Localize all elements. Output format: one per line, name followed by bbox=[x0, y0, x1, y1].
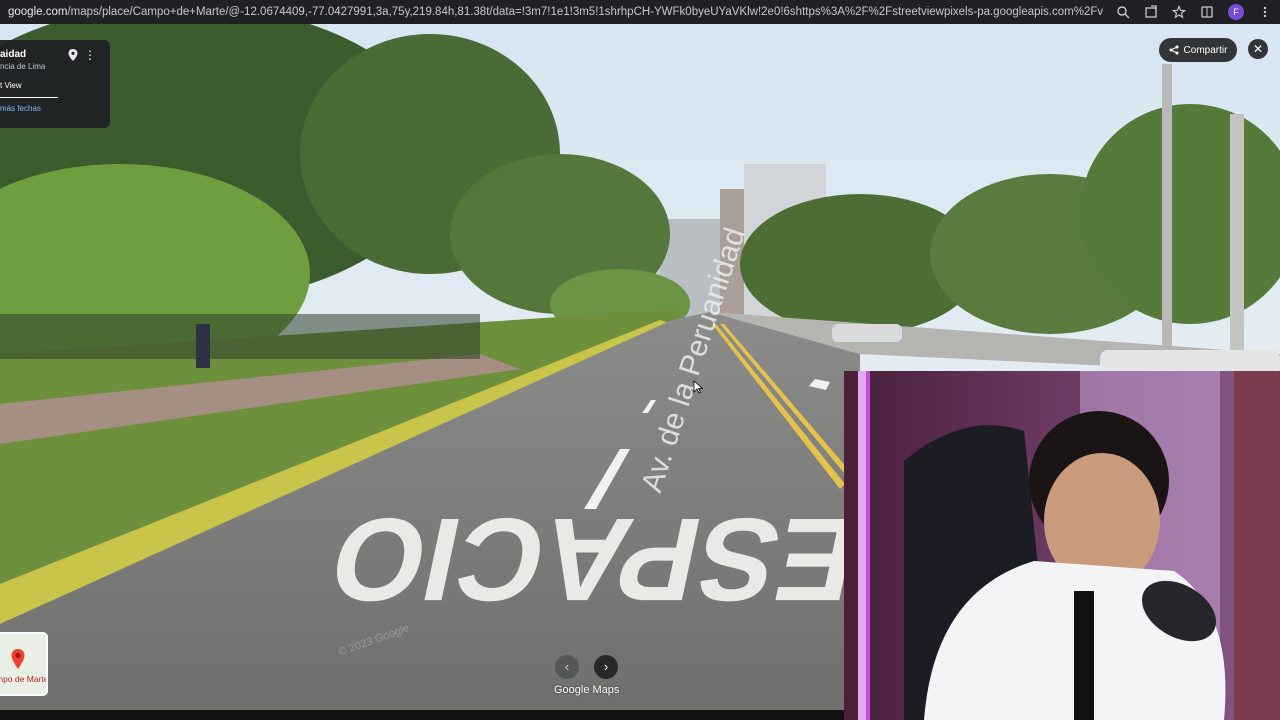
previous-button[interactable]: ‹ bbox=[555, 655, 579, 679]
share-icon bbox=[1169, 45, 1179, 55]
place-subtitle: ncia de Lima bbox=[0, 62, 46, 71]
minimap[interactable]: mpo de Marte bbox=[0, 632, 48, 696]
next-button[interactable]: › bbox=[594, 655, 618, 679]
map-pin-icon bbox=[11, 649, 25, 669]
mouse-cursor-icon bbox=[693, 380, 703, 394]
browser-address-bar[interactable]: google.com/maps/place/Campo+de+Marte/@-1… bbox=[0, 0, 1280, 24]
minimap-label: mpo de Marte bbox=[0, 674, 48, 684]
star-icon[interactable] bbox=[1172, 5, 1186, 19]
browser-toolbar-icons: F bbox=[1104, 4, 1272, 20]
divider bbox=[0, 97, 58, 98]
street-view-label: t View bbox=[0, 81, 22, 90]
profile-avatar[interactable]: F bbox=[1228, 4, 1244, 20]
more-vert-icon[interactable] bbox=[1258, 5, 1272, 19]
google-maps-logo: Google Maps bbox=[554, 684, 620, 696]
share-button[interactable]: Compartir bbox=[1159, 38, 1237, 62]
bottom-strip bbox=[0, 710, 844, 720]
location-info-card[interactable]: aidad ncia de Lima ⋮ t View más fechas bbox=[0, 40, 110, 128]
webcam-overlay bbox=[844, 371, 1280, 720]
webcam-video bbox=[844, 371, 1280, 720]
share-label: Compartir bbox=[1183, 44, 1228, 56]
close-button[interactable]: ✕ bbox=[1248, 39, 1268, 59]
zoom-icon[interactable] bbox=[1116, 5, 1130, 19]
extensions-icon[interactable] bbox=[1200, 5, 1214, 19]
url-domain: google.com bbox=[8, 6, 68, 18]
url-text[interactable]: google.com/maps/place/Campo+de+Marte/@-1… bbox=[8, 6, 1104, 18]
more-dates-link[interactable]: más fechas bbox=[0, 104, 41, 113]
more-options-icon[interactable]: ⋮ bbox=[84, 48, 96, 62]
place-title: aidad bbox=[0, 49, 27, 60]
url-path: /maps/place/Campo+de+Marte/@-12.0674409,… bbox=[67, 6, 1104, 18]
stage: google.com/maps/place/Campo+de+Marte/@-1… bbox=[0, 0, 1280, 720]
place-pin-icon[interactable] bbox=[67, 48, 79, 62]
open-in-app-icon[interactable] bbox=[1144, 5, 1158, 19]
